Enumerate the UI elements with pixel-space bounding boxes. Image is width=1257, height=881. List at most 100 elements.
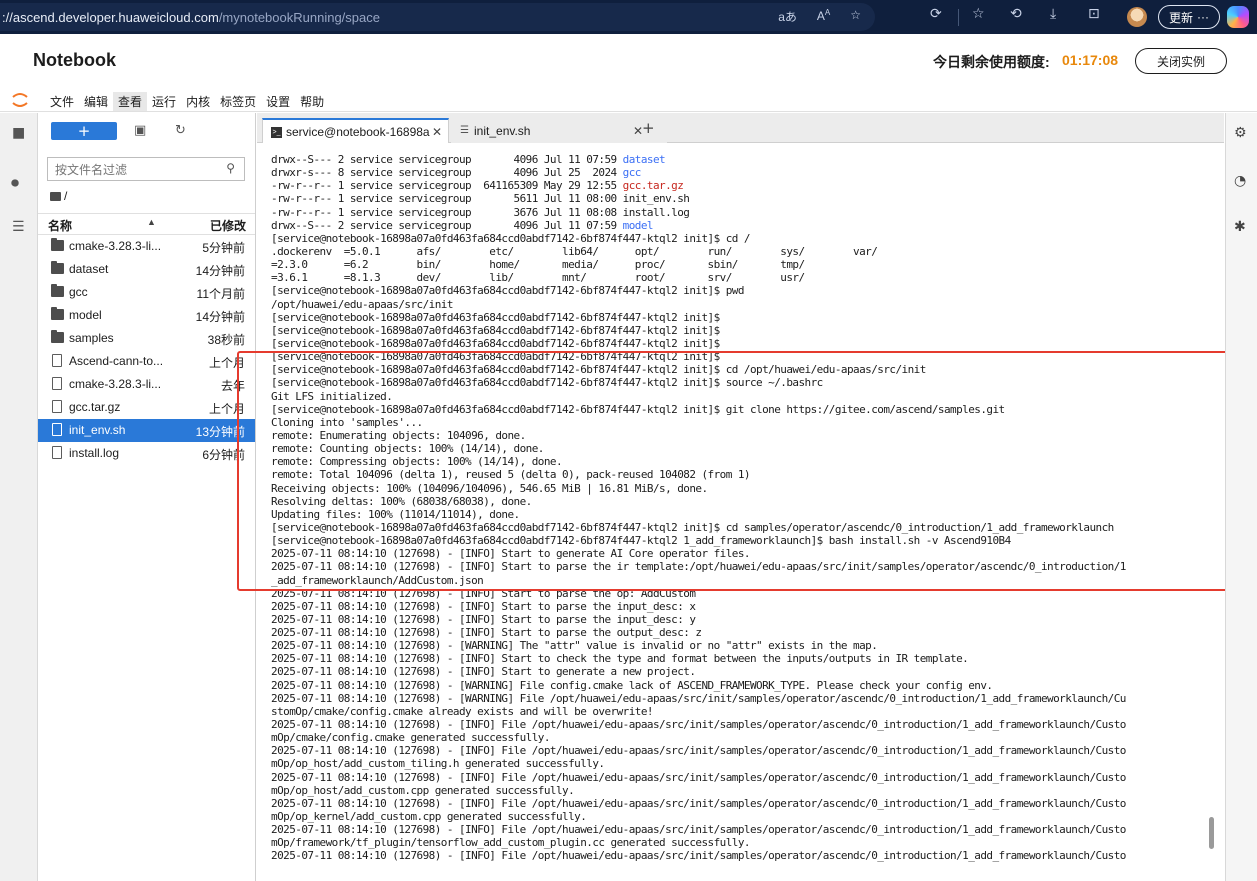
file-name: samples (69, 331, 114, 345)
sort-ascending-icon[interactable]: ▲ (147, 217, 156, 227)
favorites-list-icon[interactable]: ☆ (972, 6, 985, 22)
running-sessions-icon[interactable]: ⏺ (11, 173, 19, 193)
terminal-text: /opt/huawei/edu-apaas/src/init (271, 297, 453, 311)
extensions-icon[interactable]: ⟳ (930, 6, 942, 22)
terminal-line: [service@notebook-16898a07a0fd463fa684cc… (271, 350, 1211, 363)
file-icon (52, 377, 62, 390)
menu-run[interactable]: 运行 (147, 92, 181, 111)
close-tab-icon[interactable]: ✕ (432, 125, 442, 139)
menu-help[interactable]: 帮助 (295, 92, 329, 111)
refresh-icon[interactable]: ↻ (175, 123, 186, 138)
resource-usage-icon[interactable]: ◔ (1234, 173, 1246, 189)
terminal-line: 2025-07-11 08:14:10 (127698) - [WARNING]… (271, 692, 1211, 705)
search-icon: ⚲ (226, 161, 235, 175)
folder-icon (51, 261, 64, 274)
url-path: /mynotebookRunning/space (218, 9, 380, 25)
terminal-line: Receiving objects: 100% (104096/104096),… (271, 482, 1211, 495)
terminal-output[interactable]: drwx--S--- 2 service servicegroup 4096 J… (257, 143, 1224, 881)
file-filter-input[interactable]: 按文件名过滤 ⚲ (47, 157, 245, 181)
text-size-icon[interactable]: AA (817, 8, 830, 25)
breadcrumb[interactable]: / (50, 189, 67, 203)
terminal-text: drwx--S--- 2 service servicegroup 4096 J… (271, 218, 623, 232)
terminal-text: [service@notebook-16898a07a0fd463fa684cc… (271, 350, 720, 364)
copilot-icon[interactable] (1227, 6, 1249, 28)
favorite-star-icon[interactable]: ☆ (850, 8, 861, 25)
terminal-scrollbar[interactable] (1209, 817, 1214, 849)
terminal-line: remote: Total 104096 (delta 1), reused 5… (271, 468, 1211, 481)
menu-file[interactable]: 文件 (45, 92, 79, 111)
terminal-line: 2025-07-11 08:14:10 (127698) - [INFO] St… (271, 547, 1211, 560)
file-row[interactable]: dataset 14分钟前 (38, 258, 255, 281)
file-row[interactable]: init_env.sh 13分钟前 (38, 419, 255, 442)
file-name: dataset (69, 262, 109, 276)
column-modified[interactable]: 已修改 (210, 217, 246, 234)
profile-avatar[interactable] (1127, 7, 1147, 27)
terminal-line: mOp/cmake/config.cmake generated success… (271, 731, 1211, 744)
terminal-text: remote: Enumerating objects: 104096, don… (271, 428, 526, 442)
menu-kernel[interactable]: 内核 (181, 92, 215, 111)
file-list-header: 名称 ▲ 已修改 (38, 213, 255, 235)
terminal-text: _add_frameworklaunch/AddCustom.json (271, 573, 484, 587)
tab-init-env[interactable]: ☰ init_env.sh ✕ (451, 118, 667, 143)
folder-icon (51, 307, 64, 320)
close-instance-button[interactable]: 关闭实例 (1135, 48, 1227, 74)
terminal-line: Updating files: 100% (11014/11014), done… (271, 508, 1211, 521)
file-row[interactable]: install.log 6分钟前 (38, 442, 255, 465)
tab-bar: >_ service@notebook-16898a ✕ ☰ init_env.… (257, 113, 1224, 144)
terminal-text: [service@notebook-16898a07a0fd463fa684cc… (271, 376, 823, 390)
file-row[interactable]: cmake-3.28.3-li... 5分钟前 (38, 235, 255, 258)
file-name: install.log (69, 446, 120, 460)
terminal-text: remote: Total 104096 (delta 1), reused 5… (271, 468, 751, 482)
terminal-text: Cloning into 'samples'... (271, 415, 423, 429)
folder-icon[interactable]: ■ (12, 125, 25, 141)
update-button[interactable]: 更新 ··· (1158, 5, 1220, 29)
terminal-text: [service@notebook-16898a07a0fd463fa684cc… (271, 310, 720, 324)
tab-terminal[interactable]: >_ service@notebook-16898a ✕ (262, 118, 449, 144)
terminal-text: model (622, 218, 654, 232)
column-name[interactable]: 名称 (48, 217, 72, 234)
terminal-line: 2025-07-11 08:14:10 (127698) - [INFO] Fi… (271, 849, 1211, 862)
menu-edit[interactable]: 编辑 (79, 92, 113, 111)
terminal-text: mOp/op_host/add_custom.cpp generated suc… (271, 783, 575, 797)
terminal-text: drwx--S--- 2 service servicegroup 4096 J… (271, 153, 623, 166)
terminal-line: [service@notebook-16898a07a0fd463fa684cc… (271, 376, 1211, 389)
file-icon (52, 354, 62, 367)
terminal-line: 2025-07-11 08:14:10 (127698) - [INFO] Fi… (271, 718, 1211, 731)
menu-view[interactable]: 查看 (113, 92, 148, 111)
menu-tabs[interactable]: 标签页 (215, 92, 261, 111)
property-inspector-icon[interactable]: ⚙ (1234, 125, 1247, 141)
read-aloud-icon[interactable]: aあ (778, 8, 797, 25)
terminal-line: Resolving deltas: 100% (68038/68038), do… (271, 495, 1211, 508)
new-folder-icon[interactable]: ▣ (134, 123, 146, 138)
file-modified: 上个月 (208, 402, 245, 416)
terminal-line: mOp/framework/tf_plugin/tensorflow_add_c… (271, 836, 1211, 849)
terminal-line: [service@notebook-16898a07a0fd463fa684cc… (271, 284, 1211, 297)
terminal-text: 2025-07-11 08:14:10 (127698) - [INFO] Fi… (271, 796, 1126, 810)
screenshot-icon[interactable]: ⊡ (1088, 6, 1100, 22)
file-row[interactable]: Ascend-cann-to... 上个月 (38, 350, 255, 373)
terminal-text: =2.3.0 =6.2 bin/ home/ media/ proc/ sbin… (271, 258, 805, 272)
address-bar[interactable]: ://ascend.developer.huaweicloud.com/myno… (0, 3, 875, 31)
terminal-line: 2025-07-11 08:14:10 (127698) - [INFO] Fi… (271, 744, 1211, 757)
new-launcher-button[interactable]: + (51, 122, 117, 140)
file-row[interactable]: cmake-3.28.3-li... 去年 (38, 373, 255, 396)
terminal-text: 2025-07-11 08:14:10 (127698) - [INFO] St… (271, 560, 1126, 574)
terminal-line: 2025-07-11 08:14:10 (127698) - [INFO] Fi… (271, 771, 1211, 784)
file-row[interactable]: gcc.tar.gz 上个月 (38, 396, 255, 419)
jupyter-logo-icon (12, 93, 28, 107)
file-name: gcc (69, 285, 88, 299)
add-tab-icon[interactable]: + (642, 119, 655, 137)
debugger-icon[interactable]: ✱ (1234, 219, 1246, 235)
left-sidebar-rail: ■ ⏺ ☰ (0, 113, 38, 881)
file-row[interactable]: samples 38秒前 (38, 327, 255, 350)
history-icon[interactable]: ⟲ (1010, 6, 1022, 22)
file-row[interactable]: gcc 11个月前 (38, 281, 255, 304)
menu-settings[interactable]: 设置 (261, 92, 295, 111)
downloads-icon[interactable]: ⤓ (1050, 6, 1056, 22)
terminal-line: =3.6.1 =8.1.3 dev/ lib/ mnt/ root/ srv/ … (271, 271, 1211, 284)
terminal-line: 2025-07-11 08:14:10 (127698) - [INFO] St… (271, 560, 1211, 573)
terminal-text: 2025-07-11 08:14:10 (127698) - [INFO] Fi… (271, 718, 1126, 732)
file-row[interactable]: model 14分钟前 (38, 304, 255, 327)
table-of-contents-icon[interactable]: ☰ (12, 219, 25, 235)
terminal-text: mOp/op_kernel/add_custom.cpp generated s… (271, 810, 587, 824)
